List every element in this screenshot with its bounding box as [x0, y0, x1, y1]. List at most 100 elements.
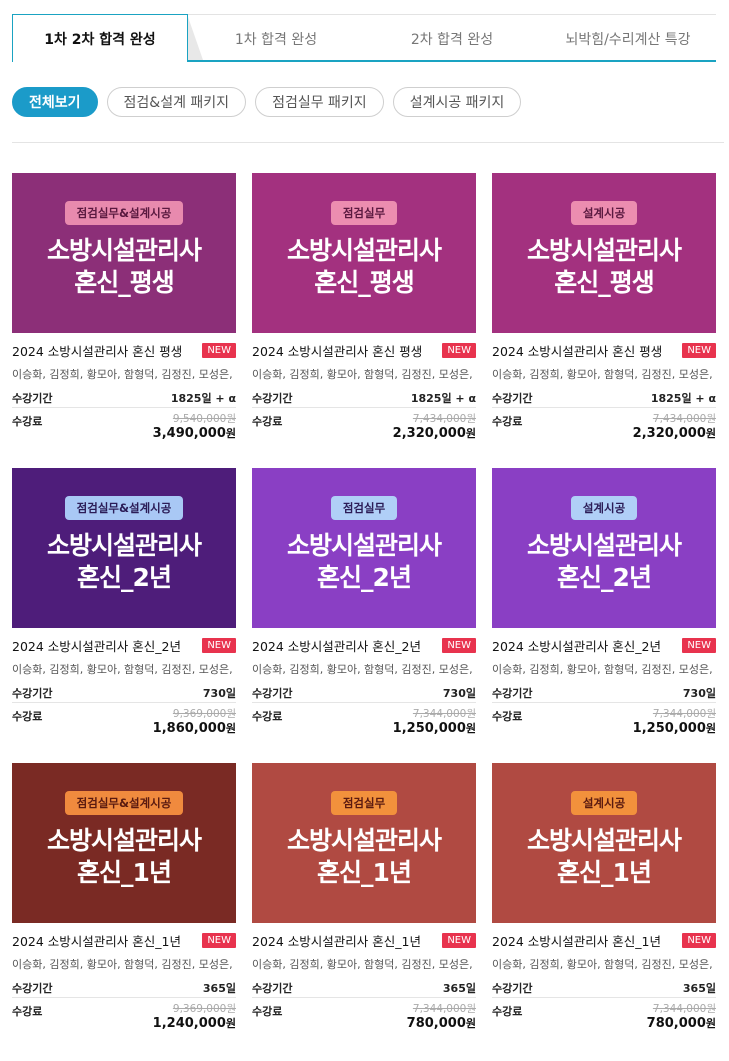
- original-price: 7,344,000원: [412, 708, 476, 720]
- thumbnail-title: 소방시설관리사: [286, 236, 442, 265]
- course-title[interactable]: 2024 소방시설관리사 혼신 평생: [492, 341, 662, 360]
- course-thumbnail[interactable]: 점검실무 소방시설관리사 혼신_1년: [252, 763, 476, 923]
- original-price: 7,344,000원: [652, 708, 716, 720]
- new-badge: NEW: [442, 637, 476, 653]
- period-value: 365일: [202, 981, 236, 995]
- thumbnail-subtitle: 혼신_평생: [314, 268, 415, 297]
- thumbnail-subtitle: 혼신_1년: [557, 858, 652, 887]
- section-divider: [12, 142, 724, 143]
- course-thumbnail[interactable]: 점검실무 소방시설관리사 혼신_평생: [252, 173, 476, 333]
- thumbnail-title: 소방시설관리사: [526, 531, 682, 560]
- course-teachers: 이승화, 김정희, 황모아, 함형덕, 김정진, 모성은,: [252, 663, 473, 676]
- course-title-row[interactable]: 2024 소방시설관리사 혼신_1년 NEW: [492, 930, 716, 950]
- course-thumbnail[interactable]: 점검실무&설계시공 소방시설관리사 혼신_평생: [12, 173, 236, 333]
- course-title[interactable]: 2024 소방시설관리사 혼신_2년: [252, 636, 421, 655]
- course-title[interactable]: 2024 소방시설관리사 혼신_2년: [12, 636, 181, 655]
- course-title-row[interactable]: 2024 소방시설관리사 혼신 평생 NEW: [492, 340, 716, 360]
- new-badge: NEW: [442, 932, 476, 948]
- tab-fold-decoration: [187, 14, 203, 60]
- course-thumbnail[interactable]: 설계시공 소방시설관리사 혼신_1년: [492, 763, 716, 923]
- course-thumbnail[interactable]: 설계시공 소방시설관리사 혼신_2년: [492, 468, 716, 628]
- thumbnail-subtitle: 혼신_평생: [74, 268, 175, 297]
- course-card: 점검실무 소방시설관리사 혼신_평생 2024 소방시설관리사 혼신 평생 NE…: [252, 173, 476, 468]
- filter-inspection-package[interactable]: 점검실무 패키지: [255, 87, 384, 117]
- course-title[interactable]: 2024 소방시설관리사 혼신 평생: [252, 341, 422, 360]
- thumbnail-package-badge: 설계시공: [570, 496, 638, 520]
- original-price: 9,369,000원: [172, 708, 236, 720]
- course-card: 설계시공 소방시설관리사 혼신_2년 2024 소방시설관리사 혼신_2년 NE…: [492, 468, 716, 763]
- tab-1st-2nd-pass[interactable]: 1차 2차 합격 완성: [12, 14, 188, 62]
- final-price: 3,490,000원: [152, 426, 236, 441]
- course-title-row[interactable]: 2024 소방시설관리사 혼신_2년 NEW: [252, 635, 476, 655]
- course-period-row: 수강기간 730일: [252, 683, 476, 703]
- fee-label: 수강료: [252, 1005, 283, 1018]
- course-thumbnail[interactable]: 점검실무&설계시공 소방시설관리사 혼신_1년: [12, 763, 236, 923]
- course-teachers: 이승화, 김정희, 황모아, 함형덕, 김정진, 모성은,: [492, 958, 713, 971]
- original-price: 7,434,000원: [412, 413, 476, 425]
- course-title-row[interactable]: 2024 소방시설관리사 혼신 평생 NEW: [12, 340, 236, 360]
- course-title-row[interactable]: 2024 소방시설관리사 혼신_1년 NEW: [252, 930, 476, 950]
- price-group: 9,369,000원 1,860,000원: [153, 708, 236, 737]
- filter-design-construction-package[interactable]: 설계시공 패키지: [392, 87, 522, 117]
- new-badge: NEW: [682, 342, 716, 358]
- price-group: 7,344,000원 780,000원: [407, 1003, 476, 1032]
- thumbnail-title: 소방시설관리사: [286, 531, 442, 560]
- thumbnail-package-badge: 점검실무&설계시공: [64, 201, 184, 225]
- final-price: 780,000원: [406, 1016, 476, 1031]
- thumbnail-subtitle: 혼신_2년: [317, 563, 412, 592]
- price-group: 9,540,000원 3,490,000원: [153, 413, 236, 442]
- course-card: 점검실무 소방시설관리사 혼신_2년 2024 소방시설관리사 혼신_2년 NE…: [252, 468, 476, 763]
- course-title[interactable]: 2024 소방시설관리사 혼신 평생: [12, 341, 182, 360]
- course-thumbnail[interactable]: 설계시공 소방시설관리사 혼신_평생: [492, 173, 716, 333]
- course-title[interactable]: 2024 소방시설관리사 혼신_2년: [492, 636, 661, 655]
- course-period-row: 수강기간 730일: [12, 683, 236, 703]
- original-price: 7,344,000원: [652, 1003, 716, 1015]
- thumbnail-title: 소방시설관리사: [286, 826, 442, 855]
- fee-label: 수강료: [252, 710, 283, 723]
- course-card: 점검실무&설계시공 소방시설관리사 혼신_2년 2024 소방시설관리사 혼신_…: [12, 468, 236, 763]
- course-title-row[interactable]: 2024 소방시설관리사 혼신 평생 NEW: [252, 340, 476, 360]
- thumbnail-subtitle: 혼신_1년: [317, 858, 412, 887]
- period-value: 1825일 + α: [170, 391, 236, 405]
- course-title-row[interactable]: 2024 소방시설관리사 혼신_2년 NEW: [492, 635, 716, 655]
- period-label: 수강기간: [252, 981, 293, 995]
- period-value: 730일: [682, 686, 716, 700]
- thumbnail-package-badge: 설계시공: [570, 791, 638, 815]
- course-teachers: 이승화, 김정희, 황모아, 함형덕, 김정진, 모성은,: [252, 368, 473, 381]
- thumbnail-title: 소방시설관리사: [46, 236, 202, 265]
- fee-label: 수강료: [492, 415, 523, 428]
- course-title[interactable]: 2024 소방시설관리사 혼신_1년: [252, 931, 421, 950]
- course-title[interactable]: 2024 소방시설관리사 혼신_1년: [492, 931, 661, 950]
- course-title-row[interactable]: 2024 소방시설관리사 혼신_2년 NEW: [12, 635, 236, 655]
- tab-1st-pass[interactable]: 1차 합격 완성: [188, 15, 364, 62]
- course-title-row[interactable]: 2024 소방시설관리사 혼신_1년 NEW: [12, 930, 236, 950]
- final-price: 780,000원: [646, 1016, 716, 1031]
- period-value: 1825일 + α: [410, 391, 476, 405]
- course-teachers: 이승화, 김정희, 황모아, 함형덕, 김정진, 모성은,: [492, 368, 713, 381]
- filter-inspection-design-package[interactable]: 점검&설계 패키지: [106, 87, 247, 117]
- price-group: 7,344,000원 1,250,000원: [393, 708, 476, 737]
- new-badge: NEW: [202, 342, 236, 358]
- course-period-row: 수강기간 1825일 + α: [492, 388, 716, 408]
- filter-all[interactable]: 전체보기: [12, 87, 98, 117]
- period-label: 수강기간: [252, 686, 293, 700]
- course-teachers: 이승화, 김정희, 황모아, 함형덕, 김정진, 모성은,: [12, 958, 233, 971]
- price-group: 7,344,000원 1,250,000원: [633, 708, 716, 737]
- course-period-row: 수강기간 365일: [12, 978, 236, 998]
- period-label: 수강기간: [492, 686, 533, 700]
- price-group: 7,344,000원 780,000원: [647, 1003, 716, 1032]
- course-period-row: 수강기간 365일: [492, 978, 716, 998]
- course-period-row: 수강기간 365일: [252, 978, 476, 998]
- course-thumbnail[interactable]: 점검실무&설계시공 소방시설관리사 혼신_2년: [12, 468, 236, 628]
- course-price-row: 수강료 9,369,000원 1,240,000원: [12, 1003, 236, 1032]
- course-title[interactable]: 2024 소방시설관리사 혼신_1년: [12, 931, 181, 950]
- fee-label: 수강료: [492, 710, 523, 723]
- course-thumbnail[interactable]: 점검실무 소방시설관리사 혼신_2년: [252, 468, 476, 628]
- tab-special-lecture[interactable]: 뇌박힘/수리계산 특강: [540, 15, 716, 62]
- tab-2nd-pass[interactable]: 2차 합격 완성: [364, 15, 540, 62]
- original-price: 9,369,000원: [172, 1003, 236, 1015]
- final-price: 1,240,000원: [152, 1016, 236, 1031]
- period-label: 수강기간: [492, 391, 533, 405]
- thumbnail-subtitle: 혼신_1년: [77, 858, 172, 887]
- thumbnail-subtitle: 혼신_2년: [77, 563, 172, 592]
